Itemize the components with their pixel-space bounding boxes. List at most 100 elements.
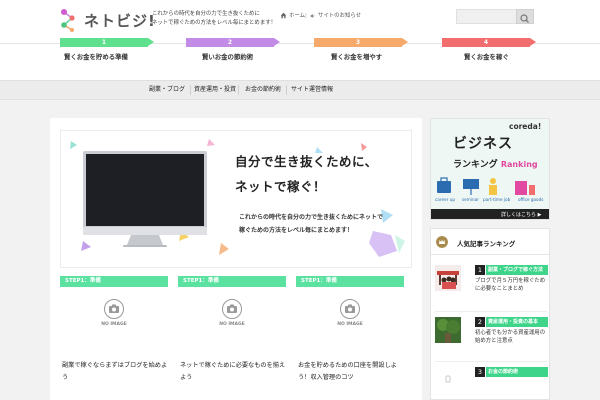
search-icon: [520, 14, 529, 23]
step-3-arrow-icon: [402, 38, 408, 46]
news-label: サイトのお知らせ: [318, 13, 362, 19]
ad-caption: part-time job: [483, 197, 511, 202]
crown-icon: [436, 236, 448, 248]
ranking-divider: [435, 361, 547, 362]
category-tag[interactable]: STEP1：準備: [178, 276, 286, 287]
gnav-item-investment[interactable]: 資産運用・投資: [193, 81, 237, 99]
tagline-line-2: ネットで稼ぐための方法をレベル毎にまとめます！: [152, 20, 276, 26]
hero-sub-line-1: これからの時代を自分の力で生き抜くためにネットで: [239, 214, 384, 221]
rank-number: 1: [475, 265, 485, 275]
step-2-label: 賢いお金の節約術: [202, 53, 254, 61]
top-nav-news[interactable]: サイトのお知らせ: [310, 11, 361, 21]
gnav-item-site-info[interactable]: サイト運営情報: [290, 81, 334, 99]
article-cards: STEP1：準備 NO IMAGE 副業で稼ぐならまずはブログを始めよう STE…: [60, 276, 412, 400]
ranking-thumbnail[interactable]: [435, 367, 461, 393]
rank-title[interactable]: 初心者でも分かる資産運用の始め方と注意点: [475, 329, 549, 345]
home-icon: [280, 12, 287, 19]
camera-icon: [222, 299, 242, 319]
ad-caption: office goods: [518, 197, 544, 202]
main-content: 自分で生き抜くために、 ネットで稼ぐ！ これからの時代を自分の力で生き抜くために…: [50, 118, 422, 400]
step-4-arrow-icon: [530, 38, 536, 46]
tagline-line-1: これからの時代を自分の力で生き抜くために: [152, 11, 260, 17]
step-4-label: 賢くお金を稼ぐ: [464, 53, 509, 61]
ad-sub-text: ランキング: [453, 160, 498, 170]
step-2-arrow-icon: [274, 38, 280, 46]
ranking-item[interactable]: 2 資産運用・投資の基本 初心者でも分かる資産運用の始め方と注意点: [435, 315, 549, 361]
no-image-label: NO IMAGE: [337, 322, 363, 327]
category-tag[interactable]: STEP1：準備: [296, 276, 404, 287]
gnav-separator: [238, 85, 239, 95]
ranking-widget: 人気記事ランキング 1 副業・ブログで稼ぐ方法 ブログで月５万円を稼ぐために必要…: [430, 228, 550, 400]
no-image-label: NO IMAGE: [219, 322, 245, 327]
rank-number: 2: [475, 317, 485, 327]
step-1-arrow-icon: [148, 38, 154, 46]
ranking-item[interactable]: 3 お金の節約術: [435, 365, 549, 400]
gnav-item-saving[interactable]: お金の節約術: [241, 81, 285, 99]
ad-footer: 詳しくはこちら ▶: [431, 209, 549, 219]
step-4-bar: 4: [442, 38, 530, 47]
step-1-bar: 1: [60, 38, 148, 47]
article-title[interactable]: ネットで稼ぐために必要なものを揃えよう: [180, 360, 286, 384]
rank-title[interactable]: ブログで月５万円を稼ぐために必要なことまとめ: [475, 277, 549, 293]
logo-icon: [61, 9, 75, 32]
step-3-label: 賢くお金を増やす: [331, 53, 383, 61]
top-nav-home[interactable]: ホーム: [280, 11, 305, 21]
step-3-bar: 3: [314, 38, 402, 47]
article-card[interactable]: STEP1：準備 NO IMAGE ネットで稼ぐために必要なものを揃えよう: [178, 276, 286, 400]
hero-subtitle: これからの時代を自分の力で生き抜くためにネットで 稼ぐための方法をレベル毎にまと…: [239, 211, 383, 237]
rank-category[interactable]: 資産運用・投資の基本: [486, 317, 548, 327]
site-tagline: これからの時代を自分の力で生き抜くために ネットで稼ぐための方法をレベル毎にまと…: [152, 10, 276, 28]
article-card[interactable]: STEP1：準備 NO IMAGE 副業で稼ぐならまずはブログを始めよう: [60, 276, 168, 400]
hero-banner[interactable]: 自分で生き抜くために、 ネットで稼ぐ！ これからの時代を自分の力で生き抜くために…: [60, 130, 412, 268]
ranking-item[interactable]: 1 副業・ブログで稼ぐ方法 ブログで月５万円を稼ぐために必要なことまとめ: [435, 263, 549, 309]
step-1-number: 1: [101, 39, 107, 46]
site-header: ネトビジ! これからの時代を自分の力で生き抜くために ネットで稼ぐための方法をレ…: [0, 0, 600, 80]
megaphone-icon: [310, 13, 315, 18]
category-tag[interactable]: STEP1：準備: [60, 276, 168, 287]
ranking-title: 人気記事ランキング: [457, 240, 516, 248]
ad-brand: coreda!: [509, 122, 542, 131]
article-title[interactable]: 副業で稼ぐならまずはブログを始めよう: [62, 360, 168, 384]
logo-text: ネトビジ!: [84, 12, 156, 30]
hero-title: 自分で生き抜くために、 ネットで稼ぐ！: [235, 149, 378, 199]
global-nav: 副業・ブログ 資産運用・投資 お金の節約術 サイト運営情報: [0, 80, 600, 100]
step-4-number: 4: [483, 39, 489, 46]
ad-title: ビジネス: [453, 136, 513, 152]
ranking-divider: [435, 311, 547, 312]
hero-sub-line-2: 稼ぐための方法をレベル毎にまとめます！: [239, 227, 354, 234]
gnav-separator: [190, 85, 191, 95]
hero-title-line-2: ネットで稼ぐ！: [235, 179, 327, 194]
gnav-separator: [286, 85, 287, 95]
article-card[interactable]: STEP1：準備 NO IMAGE お金を貯めるための口座を開設しよう！収入管理…: [296, 276, 404, 400]
rank-number: 3: [475, 367, 485, 377]
rank-category[interactable]: お金の節約術: [486, 367, 548, 377]
camera-icon: [104, 299, 124, 319]
step-2-bar: 2: [186, 38, 274, 47]
step-1-label: 賢くお金を貯める準備: [64, 53, 128, 61]
article-thumbnail[interactable]: NO IMAGE: [60, 287, 168, 353]
article-thumbnail[interactable]: NO IMAGE: [296, 287, 404, 353]
home-label: ホーム: [289, 13, 306, 19]
top-nav-separator: |: [305, 13, 307, 19]
ranking-header: 人気記事ランキング: [431, 229, 549, 255]
site-logo[interactable]: ネトビジ!: [58, 8, 155, 32]
sidebar-ad-banner[interactable]: coreda! ビジネス ランキング Ranking career up sem…: [430, 118, 550, 220]
hero-title-line-1: 自分で生き抜くために、: [235, 154, 378, 169]
step-2-number: 2: [227, 39, 233, 46]
ad-subtitle: ランキング Ranking: [453, 157, 538, 170]
gnav-item-side-business[interactable]: 副業・ブログ: [145, 81, 189, 99]
ad-details-link[interactable]: 詳しくはこちら ▶: [501, 211, 541, 218]
ad-caption: career up: [435, 197, 456, 202]
no-image-label: NO IMAGE: [101, 322, 127, 327]
step-3-number: 3: [355, 39, 361, 46]
search-button[interactable]: [516, 9, 534, 24]
ad-caption: seminar: [462, 197, 479, 202]
article-title[interactable]: お金を貯めるための口座を開設しよう！収入管理のコツ: [298, 360, 404, 384]
ranking-thumbnail[interactable]: [435, 265, 461, 291]
camera-icon: [340, 299, 360, 319]
ad-sub-highlight: Ranking: [500, 160, 538, 169]
search-input[interactable]: [456, 9, 516, 24]
article-thumbnail[interactable]: NO IMAGE: [178, 287, 286, 353]
rank-category[interactable]: 副業・ブログで稼ぐ方法: [486, 265, 548, 275]
ranking-thumbnail[interactable]: [435, 317, 461, 343]
